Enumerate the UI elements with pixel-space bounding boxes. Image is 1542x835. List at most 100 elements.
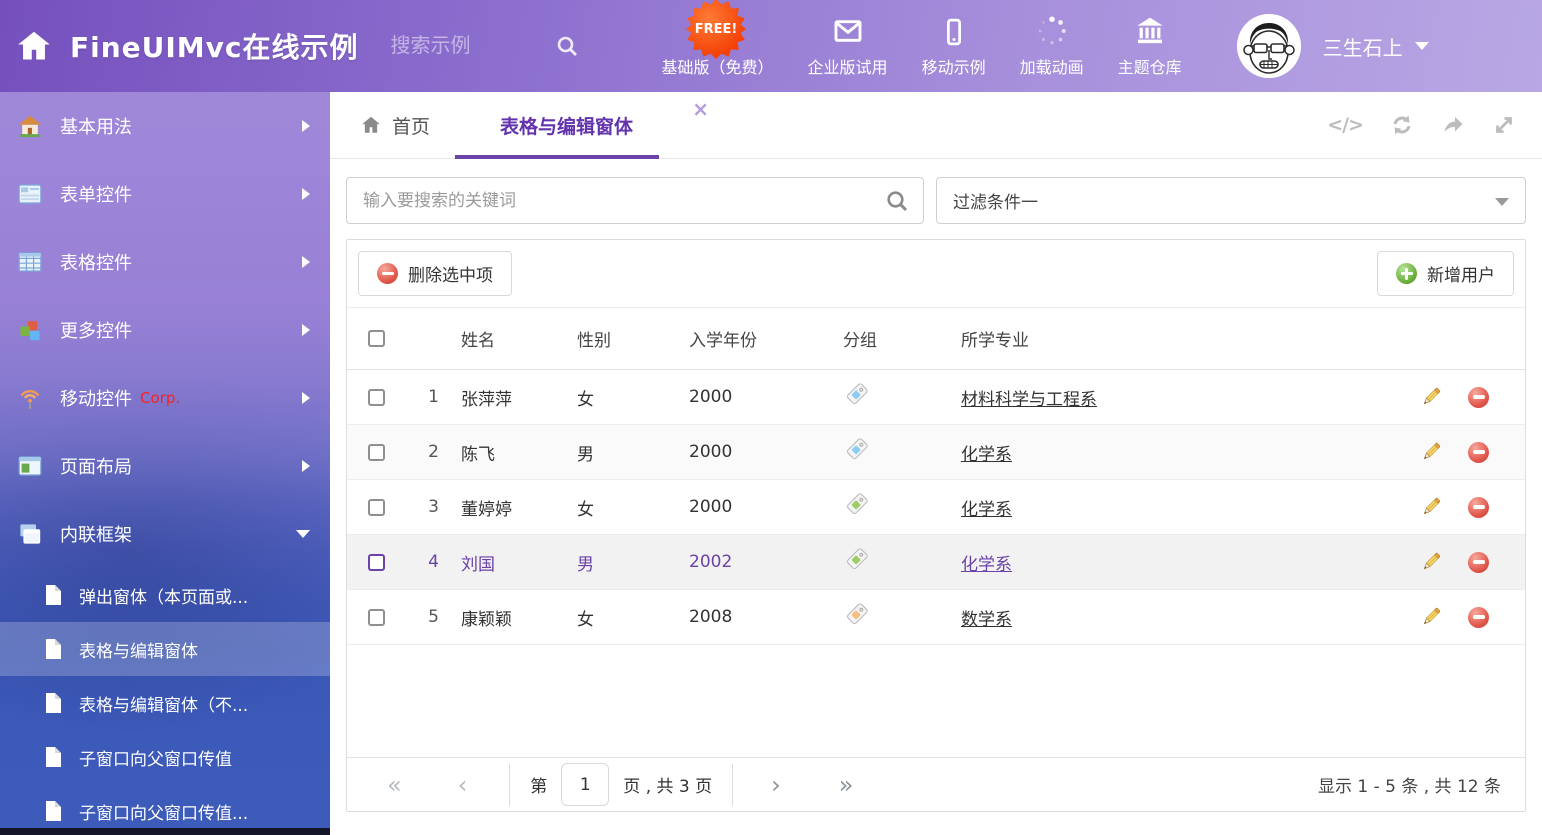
major-link[interactable]: 化学系 [961,445,1012,465]
major-link[interactable]: 数学系 [961,610,1012,630]
delete-selected-button[interactable]: 删除选中项 [358,251,512,296]
last-page-button[interactable]: » [839,773,854,797]
bank-icon [1134,15,1166,47]
table-row[interactable]: 2 陈飞 男 2000 化学系 [347,425,1525,480]
filter-dropdown[interactable]: 过滤条件一 [936,177,1526,224]
fullscreen-button[interactable] [1492,113,1516,137]
close-icon[interactable]: × [692,97,709,121]
spinner-icon [1036,15,1068,47]
nav-label: 主题仓库 [1118,54,1182,78]
tab-home[interactable]: 首页 [360,112,430,139]
nav-item-mobile-demo[interactable]: 移动示例 [922,15,986,78]
corp-badge: Corp. [140,389,180,407]
select-all-checkbox[interactable] [368,330,385,347]
keyword-search-input[interactable] [347,178,923,223]
search-icon[interactable] [885,189,909,213]
table-row[interactable]: 3 董婷婷 女 2000 化学系 [347,480,1525,535]
tab-active-label: 表格与编辑窗体 [500,116,633,138]
next-page-button[interactable]: › [771,773,781,797]
column-header-name[interactable]: 姓名 [439,326,569,351]
sidebar-item-grid-controls[interactable]: 表格控件 [0,228,330,296]
cell-gender: 女 [569,385,681,410]
prev-page-button[interactable]: ‹ [458,773,468,797]
row-checkbox[interactable] [368,609,385,626]
sidebar-item-mobile-controls[interactable]: 移动控件 Corp. [0,364,330,432]
tag-icon [843,546,870,573]
sidebar-subitem-child-to-parent-2[interactable]: 子窗口向父窗口传值... [0,784,330,835]
nav-item-theme-store[interactable]: 主题仓库 [1118,15,1182,78]
cell-gender: 男 [569,550,681,575]
cell-year: 2000 [681,497,841,517]
table-row-selected[interactable]: 4 刘国 男 2002 化学系 [347,535,1525,590]
sidebar-item-label: 表格控件 [60,249,132,275]
sidebar: 基本用法 表单控件 表格控件 更多控件 [0,92,330,835]
sidebar-item-page-layout[interactable]: 页面布局 [0,432,330,500]
source-code-button[interactable]: </> [1327,114,1363,136]
cell-group [841,381,953,413]
edit-icon[interactable] [1419,605,1443,629]
filter-row: 过滤条件一 [330,159,1542,239]
sidebar-subitem-popup-window[interactable]: 弹出窗体（本页面或... [0,568,330,622]
grid-toolbar: 删除选中项 新增用户 [347,240,1525,308]
chevron-down-icon [1495,198,1509,206]
brand[interactable]: FineUIMvc在线示例 [0,26,359,66]
cell-gender: 男 [569,440,681,465]
major-link[interactable]: 材料科学与工程系 [961,390,1097,410]
header-search-input[interactable] [391,35,541,58]
cell-name: 康颖颖 [439,605,569,630]
envelope-icon [832,15,864,47]
edit-icon[interactable] [1419,440,1443,464]
delete-row-icon[interactable] [1468,607,1489,628]
mobile-icon [939,15,969,47]
search-icon[interactable] [555,34,579,58]
tab-tools: </> [1327,113,1542,137]
sidebar-subitem-label: 子窗口向父窗口传值... [79,799,248,824]
page-number-input[interactable] [561,763,609,806]
add-user-button[interactable]: 新增用户 [1377,251,1514,296]
column-header-gender[interactable]: 性别 [569,326,681,351]
sidebar-subitem-child-to-parent[interactable]: 子窗口向父窗口传值 [0,730,330,784]
tab-grid-edit-window[interactable]: 表格与编辑窗体 × [492,112,641,139]
major-link[interactable]: 化学系 [961,500,1012,520]
sidebar-item-more-controls[interactable]: 更多控件 [0,296,330,364]
page-suffix-label: 页 , 共 3 页 [623,772,712,797]
sidebar-subitem-grid-edit-window[interactable]: 表格与编辑窗体 [0,622,330,676]
delete-row-icon[interactable] [1468,387,1489,408]
sidebar-item-iframe[interactable]: 内联框架 [0,500,330,568]
row-checkbox[interactable] [368,444,385,461]
form-icon [18,182,42,206]
antenna-icon [18,386,42,410]
row-checkbox[interactable] [368,554,385,571]
active-tab-underline [455,155,659,159]
edit-icon[interactable] [1419,495,1443,519]
first-page-button[interactable]: « [387,773,402,797]
edit-icon[interactable] [1419,550,1443,574]
cell-group [841,436,953,468]
edit-icon[interactable] [1419,385,1443,409]
layout-icon [18,454,42,478]
row-checkbox[interactable] [368,499,385,516]
row-checkbox[interactable] [368,389,385,406]
nav-item-loading-animation[interactable]: 加载动画 [1020,15,1084,78]
nav-item-enterprise-trial[interactable]: 企业版试用 [808,15,888,78]
major-link[interactable]: 化学系 [961,555,1012,575]
minus-circle-icon [377,263,398,284]
sidebar-subitem-grid-edit-window-2[interactable]: 表格与编辑窗体（不... [0,676,330,730]
row-index: 2 [405,442,439,462]
delete-row-icon[interactable] [1468,497,1489,518]
delete-row-icon[interactable] [1468,442,1489,463]
column-header-year[interactable]: 入学年份 [681,326,841,351]
refresh-button[interactable] [1390,113,1414,137]
sidebar-item-form-controls[interactable]: 表单控件 [0,160,330,228]
column-header-major[interactable]: 所学专业 [953,326,1375,351]
table-row[interactable]: 1 张萍萍 女 2000 材料科学与工程系 [347,370,1525,425]
delete-row-icon[interactable] [1468,552,1489,573]
column-header-group[interactable]: 分组 [841,326,953,351]
user-menu[interactable]: 三生石上 [1237,14,1429,78]
tab-home-label: 首页 [392,112,430,139]
open-new-window-button[interactable] [1441,113,1465,137]
main-content: 首页 表格与编辑窗体 × </> [330,92,1542,835]
cell-year: 2000 [681,387,841,407]
sidebar-item-basic-usage[interactable]: 基本用法 [0,92,330,160]
table-row[interactable]: 5 康颖颖 女 2008 数学系 [347,590,1525,645]
